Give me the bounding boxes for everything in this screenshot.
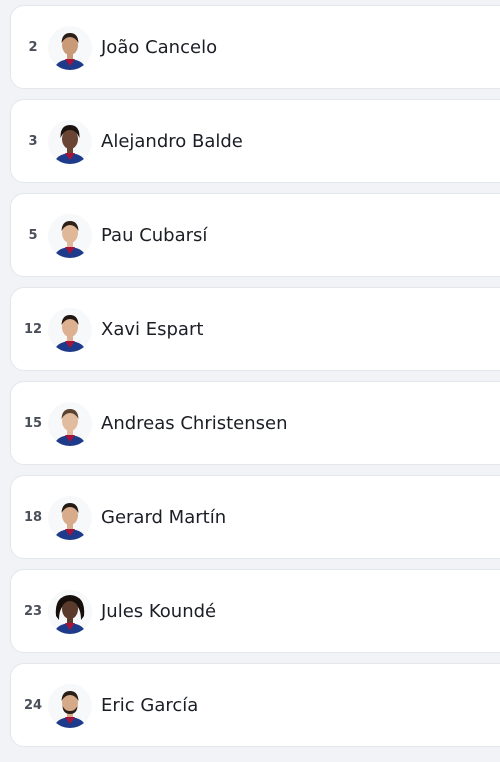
player-row-18[interactable]: 18 Gerard Martín	[10, 475, 500, 559]
player-row-24[interactable]: 24 Eric García	[10, 663, 500, 747]
player-name: Gerard Martín	[101, 507, 227, 528]
player-name: Xavi Espart	[101, 319, 204, 340]
player-headshot-icon	[48, 590, 92, 634]
player-headshot-icon	[48, 26, 92, 70]
player-name: João Cancelo	[101, 37, 218, 58]
player-headshot-icon	[48, 496, 92, 540]
player-row-5[interactable]: 5 Pau Cubarsí	[10, 193, 500, 277]
player-headshot-icon	[48, 402, 92, 446]
player-list: 2 João Cancelo 3 Alejandro Balde 5 Pau C…	[0, 0, 500, 762]
player-headshot-icon	[48, 308, 92, 352]
player-name: Alejandro Balde	[101, 131, 243, 152]
player-name: Eric García	[101, 695, 199, 716]
player-row-2[interactable]: 2 João Cancelo	[10, 5, 500, 89]
player-headshot-icon	[48, 214, 92, 258]
player-name: Andreas Christensen	[101, 413, 288, 434]
player-name: Jules Koundé	[101, 601, 217, 622]
player-headshot-icon	[48, 684, 92, 728]
player-row-23[interactable]: 23 Jules Koundé	[10, 569, 500, 653]
player-name: Pau Cubarsí	[101, 225, 208, 246]
player-row-15[interactable]: 15 Andreas Christensen	[10, 381, 500, 465]
player-row-12[interactable]: 12 Xavi Espart	[10, 287, 500, 371]
player-row-3[interactable]: 3 Alejandro Balde	[10, 99, 500, 183]
player-headshot-icon	[48, 120, 92, 164]
